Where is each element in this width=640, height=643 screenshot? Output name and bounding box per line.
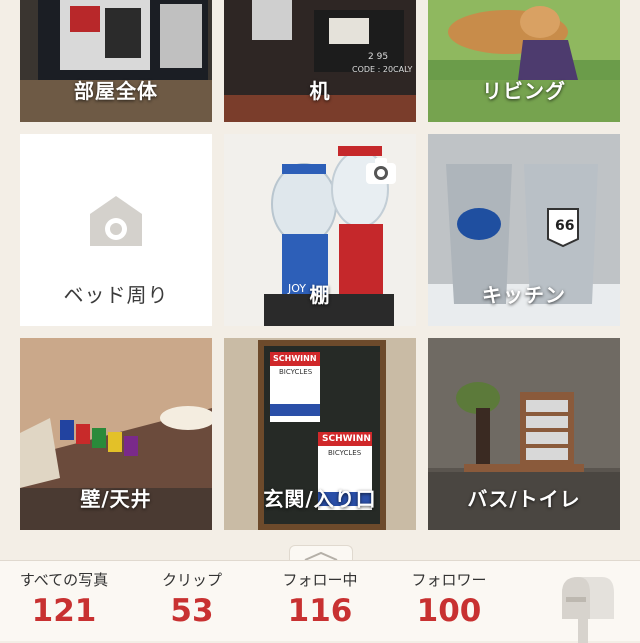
bike-sub-1: BICYCLES xyxy=(279,368,313,376)
stat-value: 121 xyxy=(31,593,97,629)
room-tile-whole-room[interactable]: 部屋全体 xyxy=(20,0,212,122)
room-tile-bath-toilet[interactable]: バス/トイレ xyxy=(428,338,620,530)
stat-following[interactable]: フォロー中 116 xyxy=(270,569,370,629)
room-tile-label: 壁/天井 xyxy=(80,487,152,511)
room-tile-label: 机 xyxy=(309,79,331,103)
room-tile-label: リビング xyxy=(482,79,566,103)
room-tile-wall-ceiling[interactable]: 壁/天井 xyxy=(20,338,212,530)
room-tile-kitchen[interactable]: 66 キッチン xyxy=(428,134,620,326)
bike-brand-1: SCHWINN xyxy=(273,354,317,363)
room-tile-label: キッチン xyxy=(482,283,566,307)
desk-code-text-2: CODE : 20CALY xyxy=(352,65,413,74)
stat-value: 53 xyxy=(170,593,214,629)
stat-all-photos[interactable]: すべての写真 121 xyxy=(8,569,120,629)
room-tile-label: ベッド周り xyxy=(63,283,169,307)
stat-label: フォロー中 xyxy=(282,571,358,589)
stat-label: すべての写真 xyxy=(19,571,109,589)
stat-value: 100 xyxy=(416,593,482,629)
room-tile-desk[interactable]: 2 95 CODE : 20CALY 机 xyxy=(224,0,416,122)
room-tile-entrance[interactable]: SCHWINN BICYCLES SCHWINN BICYCLES 玄関/入り口 xyxy=(224,338,416,530)
stat-value: 116 xyxy=(287,593,353,629)
room-tile-label: バス/トイレ xyxy=(467,487,581,511)
profile-stats-bar: すべての写真 121 クリップ 53 フォロー中 116 フォロワー 100 xyxy=(0,560,640,643)
camera-icon xyxy=(366,158,396,184)
room-tile-bed[interactable]: ベッド周り xyxy=(20,134,212,326)
bike-sub-2: BICYCLES xyxy=(328,449,362,457)
stat-label: フォロワー xyxy=(411,571,487,589)
room-tile-shelf[interactable]: JOY 棚 xyxy=(224,134,416,326)
room-tile-label: 部屋全体 xyxy=(74,79,158,103)
room-tile-label: 棚 xyxy=(309,283,331,307)
mailbox-icon[interactable] xyxy=(556,573,620,643)
stat-clips[interactable]: クリップ 53 xyxy=(142,569,242,629)
room-tile-living[interactable]: リビング xyxy=(428,0,620,122)
room-tile-label: 玄関/入り口 xyxy=(263,487,377,511)
room-grid: 部屋全体 2 95 CODE : 20CALY 机 リビング ベッド周り JOY… xyxy=(0,0,640,545)
desk-code-text: 2 95 xyxy=(368,52,389,62)
stat-followers[interactable]: フォロワー 100 xyxy=(397,569,501,629)
bike-brand-2: SCHWINN xyxy=(322,434,371,444)
camera-icon xyxy=(90,196,142,246)
stat-label: クリップ xyxy=(161,571,222,589)
tumbler-badge-text: 66 xyxy=(555,218,575,234)
